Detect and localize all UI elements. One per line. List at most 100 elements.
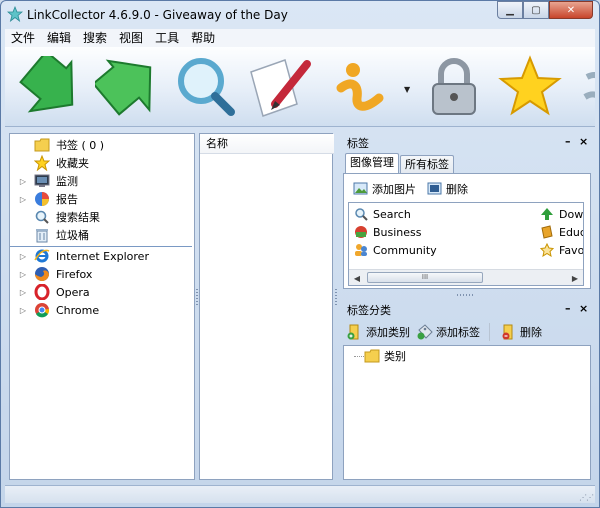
add-category-label: 添加类别: [366, 326, 410, 339]
expand-arrow-icon[interactable]: ▷: [18, 270, 28, 279]
add-tag-label: 添加标签: [436, 326, 480, 339]
favorite-icon: [539, 242, 555, 258]
minimize-icon: ▁: [506, 4, 514, 16]
magnifier-icon: [178, 58, 235, 116]
edit-button[interactable]: [245, 53, 315, 121]
expand-arrow-icon[interactable]: ▷: [18, 288, 28, 297]
app-star-icon: [6, 5, 24, 25]
expand-arrow-icon[interactable]: ▷: [18, 306, 28, 315]
tree-item-label: Opera: [56, 285, 90, 299]
left-splitter[interactable]: [196, 289, 198, 307]
close-button[interactable]: ✕: [549, 1, 593, 19]
add-category-icon: [347, 324, 363, 340]
expand-arrow-icon[interactable]: ▷: [18, 252, 28, 261]
maximize-button[interactable]: ▢: [523, 1, 549, 19]
tree-item-opera[interactable]: ▷ Opera: [10, 283, 90, 301]
folder-icon: [364, 348, 380, 364]
menu-edit[interactable]: 编辑: [41, 29, 77, 47]
info-icon: [336, 63, 384, 111]
tree-item-favorites[interactable]: 收藏夹: [10, 154, 89, 172]
tree-item-label: 垃圾桶: [56, 229, 89, 242]
firefox-icon: [34, 266, 50, 282]
export-button[interactable]: [93, 53, 163, 121]
import-button[interactable]: [15, 53, 85, 121]
tree-item-trash[interactable]: 垃圾桶: [10, 226, 89, 244]
categories-panel-header: 标签分类: [341, 300, 591, 320]
tag-label: Favor: [559, 243, 584, 257]
tag-item-search[interactable]: Search: [353, 206, 411, 222]
tags-panel-close-button[interactable]: ×: [579, 135, 588, 148]
tree-item-monitor[interactable]: ▷ 监测: [10, 172, 78, 190]
delete-category-button[interactable]: 删除: [501, 324, 542, 340]
tags-panel-header: 标签: [341, 133, 591, 153]
download-icon: [539, 206, 555, 222]
favorite-button[interactable]: [495, 53, 565, 121]
category-root-label: 类别: [384, 350, 406, 363]
tag-label: Business: [373, 225, 422, 239]
action-separator: [489, 323, 490, 341]
scroll-right-arrow-icon[interactable]: ▶: [567, 270, 583, 285]
folder-tree-pane: 书签 ( 0 ) 收藏夹 ▷ 监测 ▷ 报告 搜索结果 垃圾桶 ▷ Intern…: [9, 133, 195, 480]
scroll-left-arrow-icon[interactable]: ◀: [349, 270, 365, 285]
add-tag-button[interactable]: 添加标签: [417, 324, 480, 340]
menu-view[interactable]: 视图: [113, 29, 149, 47]
tag-item-favorite[interactable]: Favor: [539, 242, 584, 258]
close-icon: ✕: [566, 4, 576, 16]
category-tree-root[interactable]: 类别: [364, 348, 406, 364]
tree-item-chrome[interactable]: ▷ Chrome: [10, 301, 99, 319]
search-icon: [353, 206, 369, 222]
tag-item-community[interactable]: Community: [353, 242, 437, 258]
delete-image-icon: [427, 181, 443, 197]
padlock-icon: [432, 58, 476, 115]
opera-icon: [34, 284, 50, 300]
tree-item-search-results[interactable]: 搜索结果: [10, 208, 100, 226]
delete-image-label: 删除: [446, 183, 468, 196]
tree-connector-line: [354, 356, 364, 357]
expand-arrow-icon[interactable]: ▷: [18, 177, 28, 186]
chrome-icon: [34, 302, 50, 318]
search-button[interactable]: [171, 53, 241, 121]
tag-item-education[interactable]: Educa: [539, 224, 583, 240]
green-down-arrow-icon: [19, 56, 74, 113]
categories-panel-minimize-button[interactable]: –: [565, 302, 571, 315]
bookmark-list-pane: 名称: [199, 133, 334, 480]
more-button[interactable]: [571, 53, 595, 121]
resize-grip-icon[interactable]: ⋰⋰: [579, 493, 594, 502]
tree-item-internet-explorer[interactable]: ▷ Internet Explorer: [10, 247, 149, 265]
add-image-label: 添加图片: [372, 183, 416, 196]
menu-tools[interactable]: 工具: [149, 29, 185, 47]
tree-item-bookmarks[interactable]: 书签 ( 0 ): [10, 136, 104, 154]
info-button[interactable]: [325, 53, 395, 121]
tree-item-reports[interactable]: ▷ 报告: [10, 190, 78, 208]
tag-item-business[interactable]: Business: [353, 224, 422, 240]
tag-label: Down: [559, 207, 584, 221]
tag-label: Search: [373, 207, 411, 221]
star-icon: [498, 55, 562, 116]
middle-splitter[interactable]: [335, 289, 337, 307]
delete-image-button[interactable]: 删除: [427, 181, 468, 197]
scroll-thumb[interactable]: III: [367, 272, 483, 283]
tab-image-manage[interactable]: 图像管理: [345, 153, 399, 173]
tag-item-download[interactable]: Down: [539, 206, 584, 222]
info-dropdown-arrow-icon[interactable]: ▼: [404, 85, 410, 94]
minimize-button[interactable]: ▁: [497, 1, 523, 19]
right-splitter[interactable]: [457, 294, 475, 296]
tree-item-firefox[interactable]: ▷ Firefox: [10, 265, 92, 283]
lock-button[interactable]: [419, 53, 489, 121]
tags-panel-minimize-button[interactable]: –: [565, 135, 571, 148]
tag-list-horizontal-scrollbar[interactable]: ◀ III ▶: [349, 269, 583, 285]
add-image-icon: [353, 181, 369, 197]
tab-all-tags[interactable]: 所有标签: [400, 155, 454, 173]
add-image-button[interactable]: 添加图片: [353, 181, 416, 197]
menu-file[interactable]: 文件: [5, 29, 41, 47]
menu-help[interactable]: 帮助: [185, 29, 221, 47]
categories-panel-close-button[interactable]: ×: [579, 302, 588, 315]
column-header-name[interactable]: 名称: [200, 134, 334, 154]
menu-bar: 文件 编辑 搜索 视图 工具 帮助: [5, 29, 595, 47]
menu-search[interactable]: 搜索: [77, 29, 113, 47]
add-category-button[interactable]: 添加类别: [347, 324, 410, 340]
tree-item-label: Internet Explorer: [56, 249, 149, 263]
expand-arrow-icon[interactable]: ▷: [18, 195, 28, 204]
tags-tab-strip: 图像管理 所有标签: [345, 153, 455, 175]
star-icon: [34, 155, 50, 171]
